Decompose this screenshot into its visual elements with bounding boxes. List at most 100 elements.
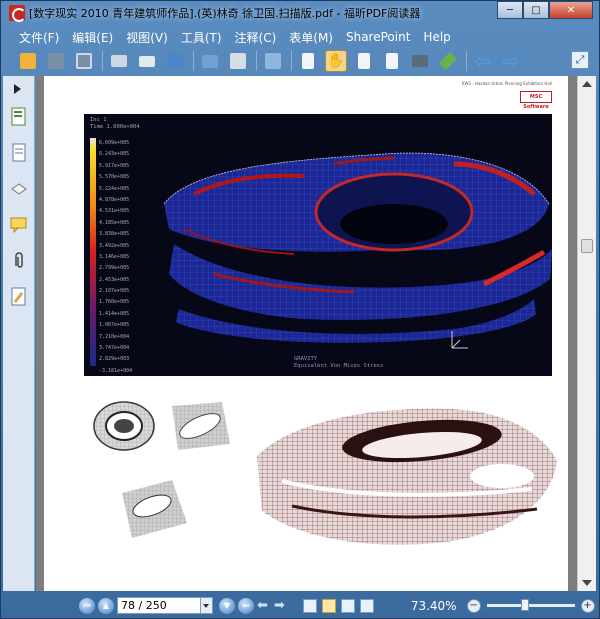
fea-level: 4.878e+005 — [99, 196, 130, 203]
study-model-3 — [122, 480, 187, 538]
fea-level: -3.181e+004 — [99, 367, 133, 374]
fullscreen-toggle-icon[interactable]: ⤢ — [571, 51, 589, 69]
toolbar-divider — [102, 51, 103, 71]
snapshot-icon[interactable] — [409, 50, 431, 72]
previous-view-icon[interactable]: ⬅ — [257, 598, 268, 613]
fea-level: 3.838e+005 — [99, 231, 130, 238]
app-window: [数字现实 2010 青年建筑师作品].(英)林奇 徐卫国.扫描版.pdf - … — [0, 0, 600, 619]
select-text-icon[interactable] — [353, 50, 375, 72]
document-view[interactable]: KWS - Hasdan Urban Planning Exhibition H… — [36, 76, 577, 591]
fea-level: 3.146e+005 — [99, 253, 130, 260]
fea-level: 4.185e+005 — [99, 219, 130, 226]
pdf-page: KWS - Hasdan Urban Planning Exhibition H… — [44, 76, 568, 591]
sign-icon[interactable] — [437, 50, 459, 72]
fea-footer: GRAVITY Equivalent Von Mises Stress — [294, 356, 383, 370]
text-tool-icon[interactable] — [381, 50, 403, 72]
fea-level: 1.760e+005 — [99, 299, 130, 306]
previous-page-icon[interactable]: ▲ — [98, 597, 114, 614]
msc-software-logo: MSC Software — [520, 91, 552, 110]
open-folder-icon[interactable] — [17, 50, 39, 72]
fea-color-scale — [90, 138, 96, 366]
zoom-in-icon[interactable]: + — [580, 598, 595, 613]
comments-icon[interactable] — [10, 214, 28, 236]
menu-comments[interactable]: 注释(C) — [235, 29, 277, 46]
page-header-text: KWS - Hasdan Urban Planning Exhibition H… — [462, 81, 552, 86]
page-number-input[interactable]: 78 / 250 — [117, 597, 201, 614]
find-icon[interactable] — [227, 50, 249, 72]
study-model-thumbnails — [93, 401, 230, 538]
fea-result-type: Equivalent Von Mises Stress — [294, 363, 384, 369]
window-controls: ─ □ ✕ — [497, 1, 593, 19]
window-title: [数字现实 2010 青年建筑师作品].(英)林奇 徐卫国.扫描版.pdf - … — [29, 7, 421, 20]
zoom-out-icon[interactable]: − — [466, 598, 481, 613]
multi-window-icon[interactable] — [262, 50, 284, 72]
first-page-icon[interactable]: ⏮ — [79, 597, 95, 614]
menu-sharepoint[interactable]: SharePoint — [346, 30, 410, 44]
signatures-icon[interactable] — [10, 286, 28, 308]
fea-level: 2.799e+005 — [99, 265, 130, 272]
navigation-panel — [3, 76, 35, 591]
scan-icon[interactable] — [164, 50, 186, 72]
fea-level: 2.829e+003 — [99, 356, 130, 363]
page-dropdown-icon[interactable] — [201, 597, 213, 614]
continuous-view-icon[interactable] — [321, 598, 336, 613]
title-bar: [数字现实 2010 青年建筑师作品].(英)林奇 徐卫国.扫描版.pdf - … — [1, 1, 599, 25]
fea-level: 7.210e+004 — [99, 333, 130, 340]
fea-legend-levels: 6.609e+005 6.243e+005 5.917e+005 5.570e+… — [99, 138, 132, 376]
axis-triad-icon — [451, 331, 468, 349]
zoom-slider-thumb[interactable] — [520, 599, 529, 611]
toolbar-divider — [466, 51, 467, 71]
zoom-level: 73.40% — [410, 598, 457, 613]
facing-view-icon[interactable] — [340, 598, 355, 613]
vertical-scrollbar[interactable] — [577, 76, 596, 591]
print-icon[interactable] — [108, 50, 130, 72]
save-icon[interactable] — [45, 50, 67, 72]
scroll-down-icon[interactable] — [582, 580, 592, 586]
menu-bar: 文件(F) 编辑(E) 视图(V) 工具(T) 注释(C) 表单(M) Shar… — [1, 27, 599, 47]
toolbar: ✋ ⇦ ⇨ — [1, 48, 599, 74]
toolbar-divider — [291, 51, 292, 71]
fea-meta-increment: Inc 1 — [90, 117, 107, 123]
fea-level: 1.414e+005 — [99, 310, 130, 317]
fea-stress-plot: Inc 1 Time 1.000e+004 6.609e+005 6.243e+… — [84, 114, 552, 376]
study-model-1 — [93, 401, 155, 451]
menu-help[interactable]: Help — [423, 30, 450, 44]
menu-edit[interactable]: 编辑(E) — [72, 29, 113, 46]
last-page-icon[interactable]: ⏭ — [238, 597, 254, 614]
maximize-button[interactable]: □ — [523, 1, 549, 19]
back-arrow-icon[interactable]: ⇦ — [472, 49, 494, 73]
attachments-icon[interactable] — [10, 250, 28, 272]
fea-level: 6.609e+005 — [99, 140, 130, 146]
close-button[interactable]: ✕ — [549, 1, 593, 19]
panel-expand-icon[interactable] — [14, 84, 21, 94]
menu-forms[interactable]: 表单(M) — [289, 29, 333, 46]
menu-file[interactable]: 文件(F) — [19, 29, 59, 46]
pages-icon[interactable] — [10, 142, 28, 164]
fea-load-case: GRAVITY — [294, 356, 318, 362]
fea-level: 3.747e+004 — [99, 345, 130, 352]
document-icon[interactable] — [297, 50, 319, 72]
hand-tool-icon[interactable]: ✋ — [325, 50, 347, 72]
fea-level: 5.570e+005 — [99, 174, 130, 181]
fea-level: 3.492e+005 — [99, 242, 130, 249]
wireframe-mesh-render — [257, 408, 557, 545]
fea-level: 2.453e+005 — [99, 276, 130, 283]
email-icon[interactable] — [136, 50, 158, 72]
forward-arrow-icon[interactable]: ⇨ — [500, 49, 522, 73]
zoom-slider[interactable] — [486, 599, 575, 611]
menu-tools[interactable]: 工具(T) — [181, 29, 222, 46]
save-as-icon[interactable] — [73, 50, 95, 72]
monitor-icon[interactable] — [199, 50, 221, 72]
continuous-facing-view-icon[interactable] — [359, 598, 374, 613]
layers-icon[interactable] — [10, 178, 28, 200]
next-view-icon[interactable]: ➡ — [274, 598, 285, 613]
bookmarks-icon[interactable] — [10, 106, 28, 128]
next-page-icon[interactable]: ▼ — [219, 597, 235, 614]
menu-view[interactable]: 视图(V) — [126, 29, 168, 46]
scroll-thumb[interactable] — [581, 239, 593, 253]
minimize-button[interactable]: ─ — [497, 1, 523, 19]
scroll-up-icon[interactable] — [582, 81, 592, 87]
toolbar-divider — [193, 51, 194, 71]
fea-level: 1.067e+005 — [99, 322, 130, 329]
single-page-view-icon[interactable] — [302, 598, 317, 613]
